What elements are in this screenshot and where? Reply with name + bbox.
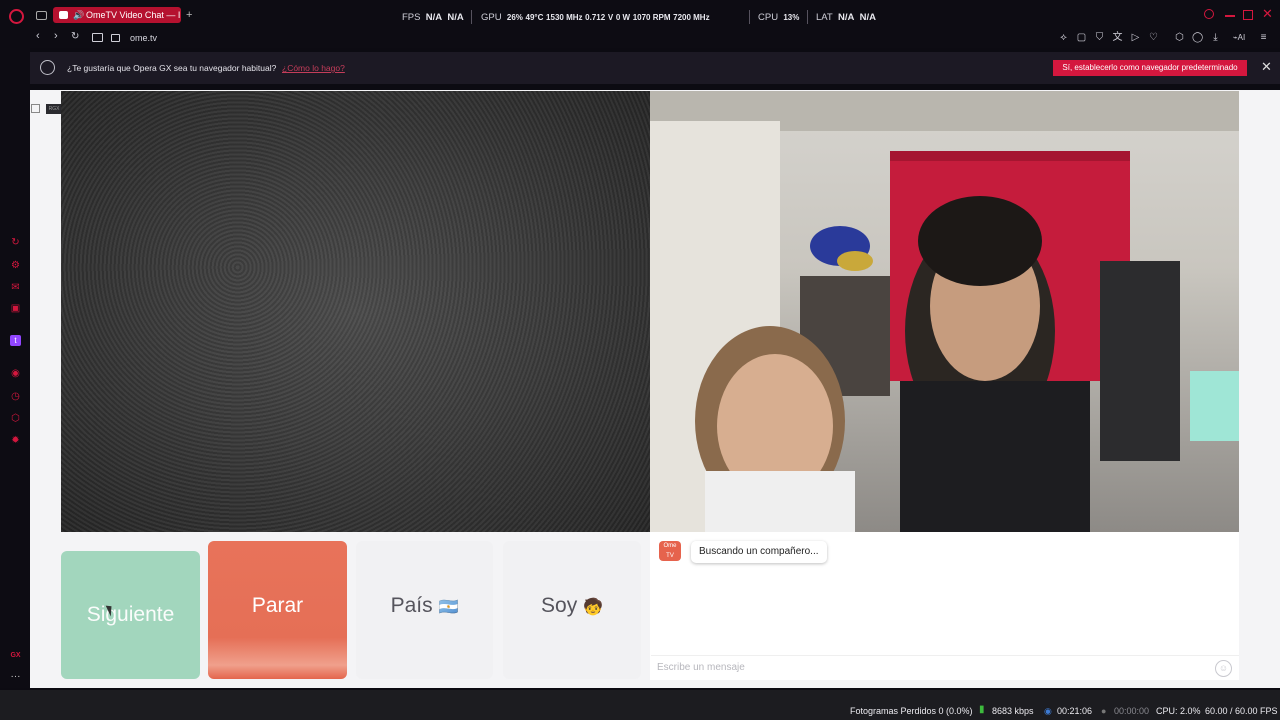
hud-gpu-temp: 49°C: [525, 13, 544, 22]
sidebar-gx-corner-icon[interactable]: ▣: [10, 303, 21, 314]
hud-fps-label: FPS: [402, 12, 421, 23]
hud-gpu-mem: 7200 MHz: [673, 13, 710, 22]
ometv-logo-icon: Ome TV: [659, 541, 681, 561]
stream-icon: ◉: [1044, 706, 1052, 716]
hud-divider: [471, 10, 472, 24]
hud-cpu-load: 13%: [783, 13, 800, 22]
chat-divider: [651, 655, 1239, 656]
dropped-frames: Fotogramas Perdidos 0 (0.0%): [850, 706, 973, 716]
partner-video-static: [61, 91, 650, 532]
hud-fps-value-2: N/A: [447, 12, 464, 23]
obs-cpu: CPU: 2.0%: [1156, 706, 1201, 716]
stop-button[interactable]: Parar: [208, 541, 347, 679]
hud-fps: FPS N/A N/A: [402, 12, 464, 23]
notification-howto-link[interactable]: ¿Cómo lo hago?: [282, 63, 345, 73]
heart-icon[interactable]: ♡: [1148, 32, 1159, 43]
hud-cpu: CPU 13%: [758, 12, 799, 23]
country-button[interactable]: País 🇦🇷: [356, 541, 493, 679]
hud-divider: [807, 10, 808, 24]
close-notification-icon[interactable]: ✕: [1261, 59, 1272, 75]
profile-icon[interactable]: ◯: [1192, 32, 1203, 43]
sidebar-gx-control-icon[interactable]: ⚙: [10, 260, 21, 271]
hud-gpu-clock: 1530 MHz: [546, 13, 583, 22]
next-button[interactable]: Siguiente: [61, 551, 200, 679]
hud-gpu-volt: 0.712: [585, 13, 606, 22]
record-time: 00:00:00: [1114, 706, 1150, 716]
emoji-icon[interactable]: ☺: [1215, 660, 1232, 677]
sidebar-twitch-icon[interactable]: t: [10, 335, 21, 346]
hud-lat-value-2: N/A: [859, 12, 877, 23]
forward-icon[interactable]: ›: [54, 30, 58, 42]
hud-gpu-power: 0 W: [615, 13, 631, 22]
gender-button[interactable]: Soy 🧒: [503, 541, 641, 679]
gender-label: Soy: [541, 594, 578, 617]
sidebar-gx-icon[interactable]: GX: [10, 650, 21, 661]
shield-icon[interactable]: ⛉: [1094, 32, 1105, 43]
hud-divider: [749, 10, 750, 24]
extensions-icon[interactable]: ⬡: [1174, 32, 1185, 43]
hud-gpu-volt-unit: V: [607, 13, 614, 22]
hud-lat: LAT N/A N/A: [816, 12, 876, 23]
reload-icon[interactable]: ↻: [71, 31, 79, 42]
opera-logo-icon: [40, 60, 55, 75]
boy-icon: 🧒: [583, 599, 603, 616]
ometv-favicon-icon: [59, 11, 68, 19]
lock-icon: [111, 34, 120, 42]
hud-lat-value: N/A: [838, 12, 855, 23]
ai-icon[interactable]: ⌁AI: [1230, 32, 1248, 43]
sidebar-settings-icon[interactable]: ✹: [10, 435, 21, 446]
back-icon[interactable]: ‹: [36, 30, 40, 42]
sidebar-history-icon[interactable]: ◷: [10, 391, 21, 402]
searching-status-message: Buscando un compañero...: [691, 541, 827, 563]
search-icon[interactable]: [1204, 9, 1214, 19]
new-tab-button[interactable]: +: [186, 9, 192, 21]
signal-strength-icon: ▮: [979, 704, 985, 715]
hud-fps-value: N/A: [425, 12, 443, 23]
maximize-icon[interactable]: [1243, 10, 1253, 20]
hud-gpu-load: 26%: [506, 13, 523, 22]
sidebar-player-icon[interactable]: ◉: [10, 368, 21, 379]
sidebar-extensions-icon[interactable]: ⬡: [10, 413, 21, 424]
rgx-badge: RGX: [46, 104, 62, 114]
argentina-flag-icon: 🇦🇷: [438, 599, 459, 616]
translate-icon[interactable]: 文: [1112, 32, 1123, 43]
close-window-icon[interactable]: ✕: [1262, 6, 1273, 22]
minimize-icon[interactable]: [1225, 15, 1235, 17]
menu-icon[interactable]: ≡: [1258, 32, 1269, 43]
sidebar-messenger-icon[interactable]: ✉: [10, 282, 21, 293]
bitrate: 8683 kbps: [992, 706, 1034, 716]
tab-title: OmeTV Video Chat — I: [86, 10, 181, 20]
url-field[interactable]: ome.tv: [130, 33, 157, 43]
play-icon[interactable]: ▷: [1130, 32, 1141, 43]
snapshot-icon[interactable]: ▢: [1076, 32, 1087, 43]
download-icon[interactable]: ⤓: [1210, 32, 1221, 43]
record-icon: ●: [1101, 706, 1107, 716]
hud-gpu-label: GPU: [481, 12, 502, 23]
sidebar-more-icon[interactable]: ···: [10, 671, 21, 682]
obs-fps: 60.00 / 60.00 FPS: [1205, 706, 1278, 716]
speaker-icon[interactable]: 🔊: [73, 7, 84, 23]
hud-cpu-label: CPU: [758, 12, 779, 23]
self-camera-video: [650, 91, 1239, 532]
bookmark-icon[interactable]: ⟡: [1058, 32, 1069, 43]
camera-feed-image: [650, 91, 1239, 532]
camera-icon[interactable]: [92, 33, 103, 42]
address-bar: [0, 30, 1280, 48]
default-browser-notification: ¿Te gustaría que Opera GX sea tu navegad…: [30, 52, 1280, 84]
set-default-button[interactable]: Sí, establecerlo como navegador predeter…: [1053, 60, 1247, 76]
hud-gpu: GPU 26% 49°C 1530 MHz 0.712 V 0 W 1070 R…: [481, 12, 710, 23]
notification-message: ¿Te gustaría que Opera GX sea tu navegad…: [67, 63, 277, 73]
chat-message-input[interactable]: Escribe un mensaje: [657, 662, 745, 673]
country-label: País: [390, 594, 433, 617]
tab-switcher-icon[interactable]: [36, 11, 47, 20]
sidebar-refresh-icon[interactable]: ↻: [10, 237, 21, 248]
hud-lat-label: LAT: [816, 12, 833, 23]
tab-ometv[interactable]: 🔊 OmeTV Video Chat — I: [53, 7, 181, 23]
stream-time: 00:21:06: [1057, 706, 1093, 716]
popout-icon[interactable]: [31, 104, 40, 113]
opera-gx-logo-icon[interactable]: [9, 9, 24, 24]
hud-gpu-fan: 1070 RPM: [632, 13, 671, 22]
